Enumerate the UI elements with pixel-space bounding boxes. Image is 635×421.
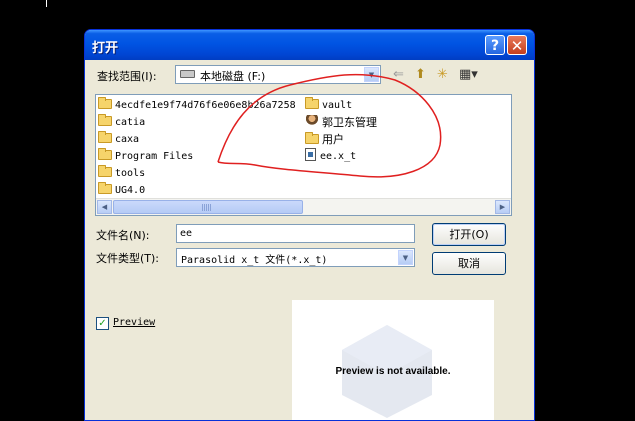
checkmark-icon: ✓ — [98, 318, 107, 329]
open-file-dialog: 打开 ? ✕ 查找范围(I): 本地磁盘 (F:) ▼ ⇐ ⬆ ✳ ▦▾ 4ec… — [84, 29, 535, 421]
up-folder-icon[interactable]: ⬆ — [415, 68, 426, 82]
lookin-select[interactable]: 本地磁盘 (F:) ▼ — [175, 65, 381, 84]
file-list[interactable]: 4ecdfe1e9f74d76f6e06e8b26a7258 catia cax… — [95, 94, 512, 216]
hard-drive-icon — [180, 70, 195, 78]
filename-input-box[interactable] — [176, 224, 415, 243]
cancel-button[interactable]: 取消 — [432, 252, 506, 275]
folder-icon — [98, 131, 112, 143]
list-item[interactable]: Program Files — [98, 148, 193, 165]
filename-input[interactable] — [177, 225, 414, 242]
list-item[interactable]: 郭卫东管理 — [305, 114, 377, 131]
scroll-left-icon[interactable]: ◀ — [97, 200, 112, 214]
horizontal-scrollbar[interactable]: ◀ ▶ — [96, 198, 511, 215]
list-item[interactable]: UG4.0 — [98, 182, 145, 199]
preview-pane: Preview is not available. — [292, 300, 494, 420]
filetype-select[interactable]: Parasolid x_t 文件(*.x_t) ▼ — [176, 248, 415, 267]
lookin-label: 查找范围(I): — [97, 70, 157, 83]
preview-checkbox[interactable]: ✓ — [96, 317, 109, 330]
mouse-cursor-mark — [46, 0, 47, 7]
new-folder-icon[interactable]: ✳ — [437, 68, 448, 82]
folder-icon — [98, 114, 112, 126]
filetype-label: 文件类型(T): — [96, 252, 160, 265]
close-button[interactable]: ✕ — [507, 35, 527, 55]
back-icon[interactable]: ⇐ — [393, 68, 404, 82]
preview-label[interactable]: Preview — [113, 317, 155, 328]
preview-message: Preview is not available. — [335, 366, 451, 377]
scroll-right-icon[interactable]: ▶ — [495, 200, 510, 214]
chevron-down-icon[interactable]: ▼ — [364, 67, 379, 82]
filename-label: 文件名(N): — [96, 229, 150, 242]
list-item[interactable]: tools — [98, 165, 145, 182]
folder-icon — [98, 148, 112, 160]
views-menu-icon[interactable]: ▦▾ — [459, 68, 478, 82]
list-item[interactable]: caxa — [98, 131, 139, 148]
grip-icon — [202, 204, 212, 211]
folder-icon — [98, 182, 112, 194]
user-folder-icon — [305, 115, 319, 127]
chevron-down-icon[interactable]: ▼ — [398, 250, 413, 265]
list-item[interactable]: vault — [305, 97, 352, 114]
folder-icon — [305, 132, 319, 144]
close-icon: ✕ — [510, 37, 524, 55]
window-title: 打开 — [92, 41, 119, 56]
list-item[interactable]: 用户 — [305, 131, 344, 148]
lookin-value: 本地磁盘 (F:) — [200, 70, 266, 83]
list-item[interactable]: catia — [98, 114, 145, 131]
folder-icon — [98, 165, 112, 177]
folder-icon — [98, 97, 112, 109]
help-button[interactable]: ? — [485, 35, 505, 55]
list-item[interactable]: ee.x_t — [305, 148, 356, 165]
title-bar[interactable]: 打开 ? ✕ — [85, 30, 534, 60]
open-button[interactable]: 打开(O) — [432, 223, 506, 246]
help-icon: ? — [490, 38, 500, 54]
scrollbar-thumb[interactable] — [113, 200, 303, 214]
folder-icon — [305, 97, 319, 109]
filetype-value: Parasolid x_t 文件(*.x_t) — [181, 255, 328, 266]
parasolid-file-icon — [305, 148, 316, 161]
list-item[interactable]: 4ecdfe1e9f74d76f6e06e8b26a7258 — [98, 97, 296, 114]
